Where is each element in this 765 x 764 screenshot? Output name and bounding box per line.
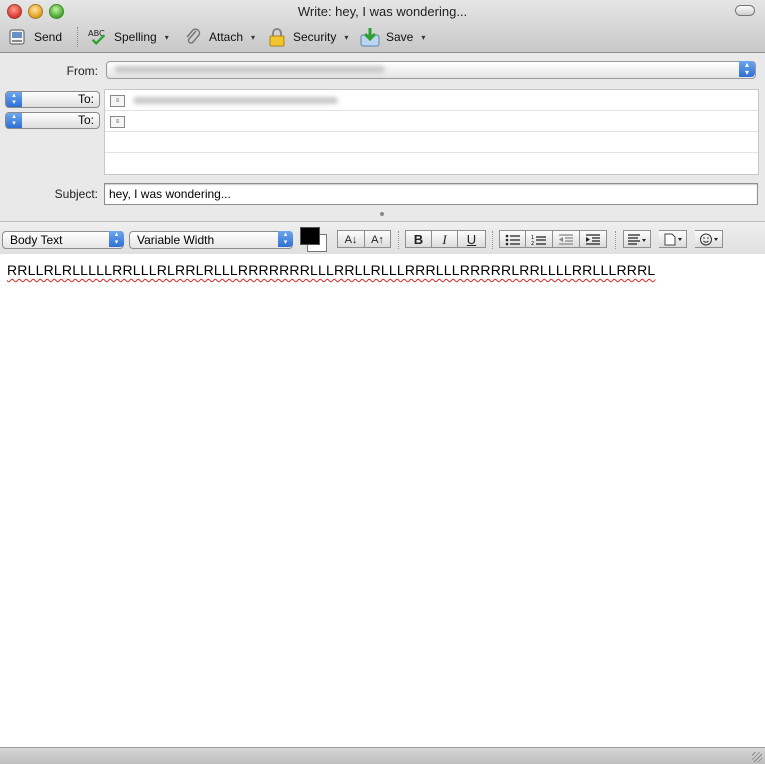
- status-bar: [0, 747, 765, 764]
- header-splitter-handle[interactable]: [380, 212, 384, 216]
- send-label: Send: [34, 30, 63, 44]
- bullet-list-icon: [505, 234, 520, 246]
- to-label-2: To:: [77, 113, 94, 127]
- font-select[interactable]: Variable Width ▴ ▾: [129, 231, 293, 249]
- subject-label: Subject:: [54, 187, 98, 201]
- emoticon-menu-button[interactable]: [695, 230, 723, 248]
- alignment-menu-button[interactable]: [623, 230, 651, 248]
- security-dropdown-icon: ▾: [344, 32, 349, 42]
- smiley-icon: [699, 233, 718, 246]
- bullet-list-button[interactable]: [499, 230, 526, 248]
- italic-button[interactable]: I: [432, 230, 458, 248]
- bold-button[interactable]: B: [405, 230, 432, 248]
- spelling-check-icon: ABC: [88, 28, 106, 45]
- send-icon: [9, 29, 25, 45]
- format-divider: [398, 231, 400, 249]
- toolbar-divider: [77, 27, 79, 47]
- increase-font-size-button[interactable]: A↑: [365, 230, 391, 248]
- increase-indent-button[interactable]: [580, 230, 607, 248]
- decrease-indent-button[interactable]: [553, 230, 580, 248]
- spelling-button[interactable]: ABC Spelling ▾: [88, 26, 169, 48]
- compose-window: Write: hey, I was wondering... Send ABC …: [0, 0, 765, 764]
- toolbar-toggle-button[interactable]: [735, 5, 755, 16]
- recipient-type-popup-2[interactable]: ▴ ▾ To:: [5, 112, 100, 129]
- paperclip-icon: [186, 28, 201, 44]
- window-title: Write: hey, I was wondering...: [297, 4, 468, 19]
- address-card-icon: ≡: [110, 95, 125, 107]
- subject-value: hey, I was wondering...: [109, 187, 231, 201]
- numbered-list-button[interactable]: 12: [526, 230, 553, 248]
- format-bar: Body Text ▴ ▾ Variable Width ▴ ▾ A↓ A↑ B I…: [0, 221, 765, 255]
- security-label: Security: [293, 30, 337, 44]
- from-account-select[interactable]: ▴ ▾: [106, 61, 756, 79]
- from-select-arrows-icon: ▴ ▾: [739, 61, 755, 77]
- save-button[interactable]: Save ▾: [360, 26, 425, 48]
- select-arrows-icon: ▴ ▾: [278, 231, 293, 247]
- recipient-row-2[interactable]: ≡: [105, 111, 758, 132]
- indent-icon: [586, 234, 600, 245]
- svg-text:2: 2: [531, 241, 534, 246]
- recipient-type-popup-1[interactable]: ▴ ▾ To:: [5, 91, 100, 108]
- format-divider: [615, 231, 617, 249]
- save-label: Save: [386, 30, 414, 44]
- popup-arrows-icon: ▴ ▾: [6, 92, 22, 107]
- message-body-text: RRLLRLRLLLLLRRLLLRLRRLRLLLRRRRRRRLLLRRLL…: [7, 262, 656, 278]
- save-dropdown-icon: ▾: [421, 32, 426, 42]
- text-color-swatch[interactable]: [300, 227, 320, 245]
- underline-button[interactable]: U: [458, 230, 486, 248]
- select-arrows-icon: ▴ ▾: [109, 231, 124, 247]
- message-body-editor[interactable]: RRLLRLRLLLLLRRLLLRLRRLRLLLRRRRRRRLLLRRLL…: [0, 254, 765, 747]
- recipients-area: ≡ ≡: [104, 89, 759, 175]
- format-divider: [492, 231, 494, 249]
- to-label-1: To:: [77, 92, 94, 106]
- resize-grip-icon[interactable]: [752, 752, 762, 762]
- font-value: Variable Width: [137, 233, 215, 247]
- attach-button[interactable]: Attach ▾: [183, 26, 255, 48]
- from-account-value: [115, 66, 385, 73]
- align-left-icon: [628, 234, 646, 245]
- address-card-icon: ≡: [110, 116, 125, 128]
- save-download-icon: [360, 28, 380, 47]
- page-menu-button[interactable]: [659, 230, 687, 248]
- decrease-font-size-button[interactable]: A↓: [337, 230, 365, 248]
- recipient-row-1[interactable]: ≡: [105, 90, 758, 111]
- security-button[interactable]: Security ▾: [267, 26, 348, 48]
- numbered-list-icon: 12: [531, 235, 546, 247]
- paragraph-style-select[interactable]: Body Text ▴ ▾: [2, 231, 124, 249]
- title-toolbar: Write: hey, I was wondering... Send ABC …: [0, 0, 765, 53]
- recipient-row-4[interactable]: [105, 153, 758, 173]
- paragraph-style-value: Body Text: [10, 233, 63, 247]
- popup-arrows-icon: ▴ ▾: [6, 113, 22, 128]
- spelling-dropdown-icon: ▾: [164, 32, 169, 42]
- page-icon: [664, 233, 682, 246]
- recipient-row-3[interactable]: [105, 132, 758, 153]
- spelling-label: Spelling: [114, 30, 157, 44]
- lock-icon: [269, 28, 285, 47]
- send-button[interactable]: Send: [8, 26, 62, 48]
- attach-label: Attach: [209, 30, 244, 44]
- from-label: From:: [66, 64, 98, 78]
- attach-dropdown-icon: ▾: [251, 32, 256, 42]
- subject-field[interactable]: hey, I was wondering...: [104, 183, 758, 205]
- recipient-address: [133, 97, 338, 104]
- outdent-icon: [559, 234, 573, 245]
